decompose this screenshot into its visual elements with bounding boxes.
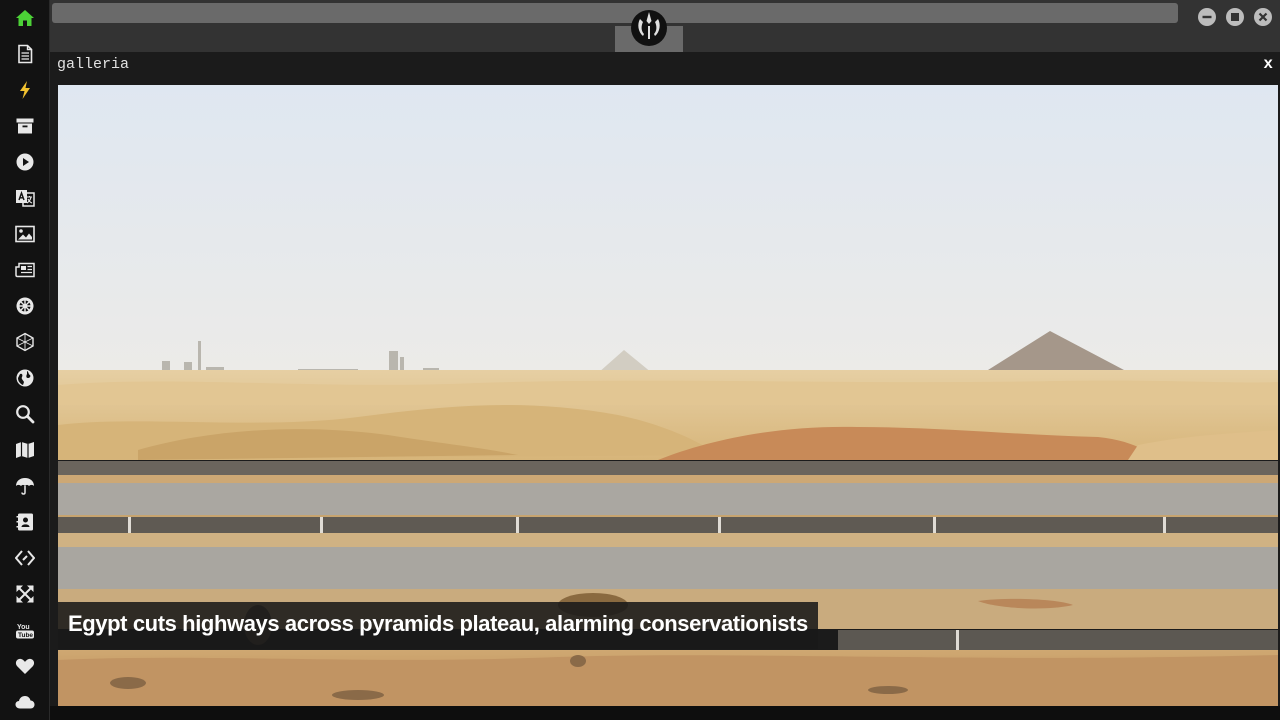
maximize-button[interactable] <box>1226 8 1244 26</box>
youtube-icon: YouTube <box>16 624 34 639</box>
sidebar-item-newspaper[interactable] <box>12 257 38 283</box>
sidebar-item-youtube[interactable]: You Tube <box>12 617 38 643</box>
newspaper-icon <box>15 262 35 278</box>
home-icon <box>16 10 34 26</box>
play-icon <box>16 153 34 171</box>
sidebar-item-search[interactable] <box>12 401 38 427</box>
sidebar-item-map[interactable] <box>12 437 38 463</box>
sidebar-item-expand[interactable] <box>12 581 38 607</box>
svg-text:Tube: Tube <box>18 632 33 639</box>
top-bar <box>50 0 1280 52</box>
rebel-alliance-icon <box>631 10 667 46</box>
contact-card-icon <box>16 513 33 531</box>
gallery-header: galleria x <box>50 52 1280 85</box>
sidebar-item-document[interactable] <box>12 41 38 67</box>
image-caption: Egypt cuts highways across pyramids plat… <box>58 602 818 649</box>
sidebar-item-archive[interactable] <box>12 113 38 139</box>
sidebar-item-home[interactable] <box>12 5 38 31</box>
sidebar-item-contact-card[interactable] <box>12 509 38 535</box>
sidebar-item-image[interactable] <box>12 221 38 247</box>
empire-icon <box>16 297 34 315</box>
sidebar: You Tube <box>0 0 50 720</box>
gallery-title: galleria <box>57 56 130 73</box>
sidebar-item-translate[interactable] <box>12 185 38 211</box>
sidebar-item-play[interactable] <box>12 149 38 175</box>
search-icon <box>16 405 35 424</box>
svg-text:You: You <box>17 624 30 631</box>
map-icon <box>16 442 34 458</box>
minimize-button[interactable] <box>1198 8 1216 26</box>
close-window-button[interactable] <box>1254 8 1272 26</box>
sidebar-item-umbrella[interactable] <box>12 473 38 499</box>
gallery-close-button[interactable]: x <box>1263 55 1273 73</box>
sidebar-item-cloud[interactable] <box>12 689 38 715</box>
sidebar-item-heart[interactable] <box>12 653 38 679</box>
cloud-icon <box>15 696 35 709</box>
minimize-icon <box>1202 15 1212 19</box>
sidebar-item-lightning[interactable] <box>12 77 38 103</box>
maximize-icon <box>1231 13 1239 21</box>
hexagon-icon <box>16 332 34 352</box>
code-icon <box>15 550 35 566</box>
close-icon <box>1258 12 1268 22</box>
sidebar-item-code[interactable] <box>12 545 38 571</box>
globe-icon <box>16 369 34 387</box>
expand-icon <box>16 585 34 603</box>
translate-icon <box>16 190 35 207</box>
image-icon <box>15 225 35 243</box>
archive-icon <box>16 118 34 134</box>
sidebar-item-hexagon[interactable] <box>12 329 38 355</box>
address-bar[interactable] <box>52 3 1178 23</box>
sidebar-item-empire[interactable] <box>12 293 38 319</box>
document-icon <box>18 44 33 64</box>
lightning-icon <box>20 81 30 99</box>
bottom-strip <box>50 706 1280 720</box>
umbrella-icon <box>16 478 34 495</box>
sidebar-item-globe[interactable] <box>12 365 38 391</box>
heart-icon <box>15 658 35 674</box>
